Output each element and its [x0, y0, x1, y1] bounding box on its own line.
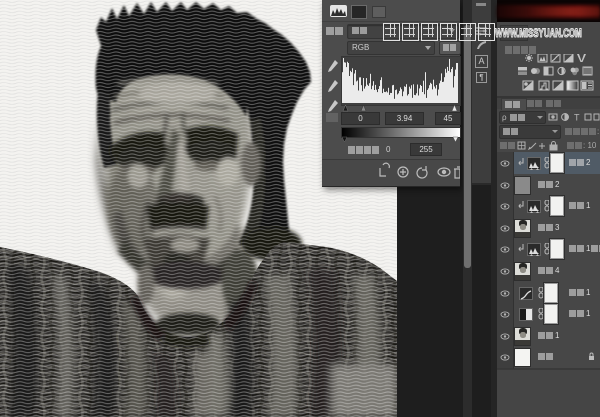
svg-text:T: T — [574, 113, 580, 123]
